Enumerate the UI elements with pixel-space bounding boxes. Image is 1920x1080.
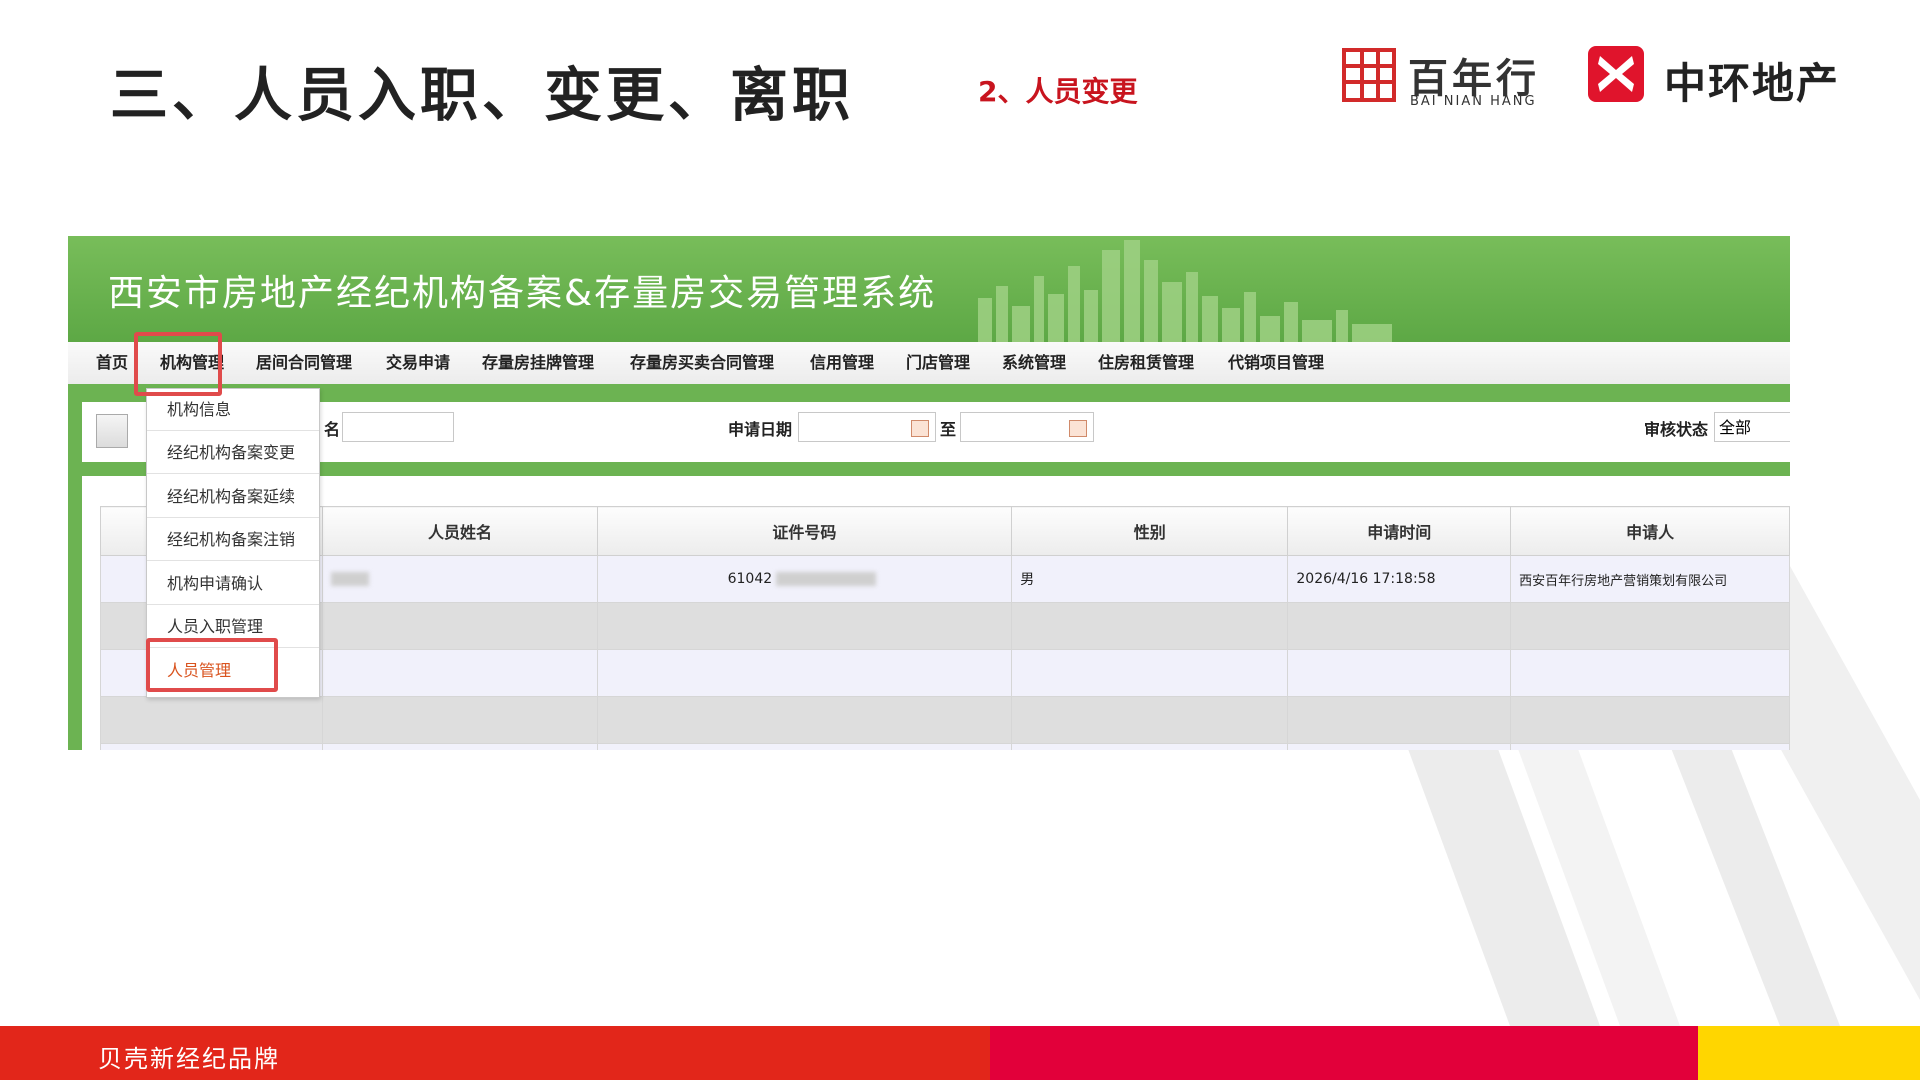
table-row[interactable]: 61042 男 2026/4/16 17:18:58 西安百年行房地产营销策划有… xyxy=(99,555,1790,603)
green-divider-2 xyxy=(82,462,1790,476)
footer-brand-text: 贝壳新经纪品牌 xyxy=(98,1045,280,1073)
left-green-border xyxy=(68,384,82,750)
zhonghuan-logo-mark xyxy=(1588,46,1644,102)
grid-header-row: 人员姓名 证件号码 性别 申请时间 申请人 xyxy=(99,506,1790,556)
date-label: 申请日期 xyxy=(728,420,793,439)
nav-store-management[interactable]: 门店管理 xyxy=(906,342,970,384)
row-id-prefix: 61042 xyxy=(727,571,773,587)
table-row xyxy=(99,602,1790,650)
table-row xyxy=(99,743,1790,750)
form-icon xyxy=(96,414,128,448)
bainianhang-logo-en: BAI NIAN HANG xyxy=(1410,94,1537,109)
menu-filing-change[interactable]: 经纪机构备案变更 xyxy=(147,432,319,474)
status-label: 审核状态 xyxy=(1644,420,1709,439)
status-select[interactable]: 全部 xyxy=(1714,412,1790,442)
bainianhang-logo-mark xyxy=(1342,48,1396,102)
blurred-id xyxy=(776,572,877,586)
row-cell-id: 61042 xyxy=(596,555,1013,603)
to-label: 至 xyxy=(940,420,957,439)
date-to-input[interactable] xyxy=(960,412,1094,442)
nav-home[interactable]: 首页 xyxy=(96,342,128,384)
name-input[interactable] xyxy=(342,412,454,442)
system-nav: 首页 机构管理 居间合同管理 交易申请 存量房挂牌管理 存量房买卖合同管理 信用… xyxy=(68,342,1790,385)
row-cell-time: 2026/4/16 17:18:58 xyxy=(1287,555,1512,603)
highlight-box-org-management xyxy=(134,332,222,396)
zhonghuan-logo: 中环地产 xyxy=(1588,46,1858,108)
col-header-applicant: 申请人 xyxy=(1510,506,1790,556)
nav-listing-management[interactable]: 存量房挂牌管理 xyxy=(482,342,594,384)
nav-system-management[interactable]: 系统管理 xyxy=(1002,342,1066,384)
table-row xyxy=(99,696,1790,744)
menu-filing-cancel[interactable]: 经纪机构备案注销 xyxy=(147,519,319,561)
footer-crimson-segment xyxy=(990,1026,1698,1080)
row-cell-name xyxy=(322,555,598,603)
system-title: 西安市房地产经纪机构备案&存量房交易管理系统 xyxy=(108,273,937,314)
name-label: 名 xyxy=(324,420,341,439)
nav-consignment-project[interactable]: 代销项目管理 xyxy=(1228,342,1324,384)
nav-transaction-apply[interactable]: 交易申请 xyxy=(386,342,450,384)
nav-brokerage-contract[interactable]: 居间合同管理 xyxy=(256,342,352,384)
col-header-time: 申请时间 xyxy=(1287,506,1512,556)
bainianhang-logo: 百年行 BAI NIAN HANG xyxy=(1342,46,1557,109)
filter-panel: 名 申请日期 至 审核状态 全部 xyxy=(82,402,1790,462)
slide-title: 三、人员入职、变更、离职 xyxy=(110,61,855,129)
zhonghuan-logo-cn: 中环地产 xyxy=(1664,59,1841,108)
menu-application-confirm[interactable]: 机构申请确认 xyxy=(147,563,319,605)
nav-rental-management[interactable]: 住房租赁管理 xyxy=(1098,342,1194,384)
footer-yellow-segment xyxy=(1698,1026,1920,1080)
blurred-name xyxy=(331,572,370,586)
calendar-icon[interactable] xyxy=(1069,420,1087,437)
table-row xyxy=(99,649,1790,697)
footer-bar: 贝壳新经纪品牌 xyxy=(0,1026,1920,1080)
row-cell-applicant: 西安百年行房地产营销策划有限公司 xyxy=(1510,555,1790,603)
highlight-box-staff-management xyxy=(146,638,278,692)
data-grid-wrapper: 人员姓名 证件号码 性别 申请时间 申请人 61042 男 2026/4/16 … xyxy=(82,476,1790,750)
city-skyline-image xyxy=(978,240,1392,342)
slide-subtitle: 2、人员变更 xyxy=(978,75,1138,108)
system-screenshot: 西安市房地产经纪机构备案&存量房交易管理系统 首页 机构管理 居间合同管理 交易… xyxy=(68,236,1790,750)
nav-credit-management[interactable]: 信用管理 xyxy=(810,342,874,384)
menu-filing-renewal[interactable]: 经纪机构备案延续 xyxy=(147,476,319,518)
data-grid: 人员姓名 证件号码 性别 申请时间 申请人 61042 男 2026/4/16 … xyxy=(99,506,1790,750)
nav-sales-contract[interactable]: 存量房买卖合同管理 xyxy=(630,342,774,384)
calendar-icon[interactable] xyxy=(911,420,929,437)
col-header-id: 证件号码 xyxy=(596,506,1013,556)
green-divider xyxy=(68,384,1790,402)
col-header-gender: 性别 xyxy=(1011,506,1289,556)
date-from-input[interactable] xyxy=(798,412,936,442)
system-banner: 西安市房地产经纪机构备案&存量房交易管理系统 xyxy=(68,236,1790,342)
col-header-name: 人员姓名 xyxy=(322,506,598,556)
row-cell-gender: 男 xyxy=(1011,555,1289,603)
